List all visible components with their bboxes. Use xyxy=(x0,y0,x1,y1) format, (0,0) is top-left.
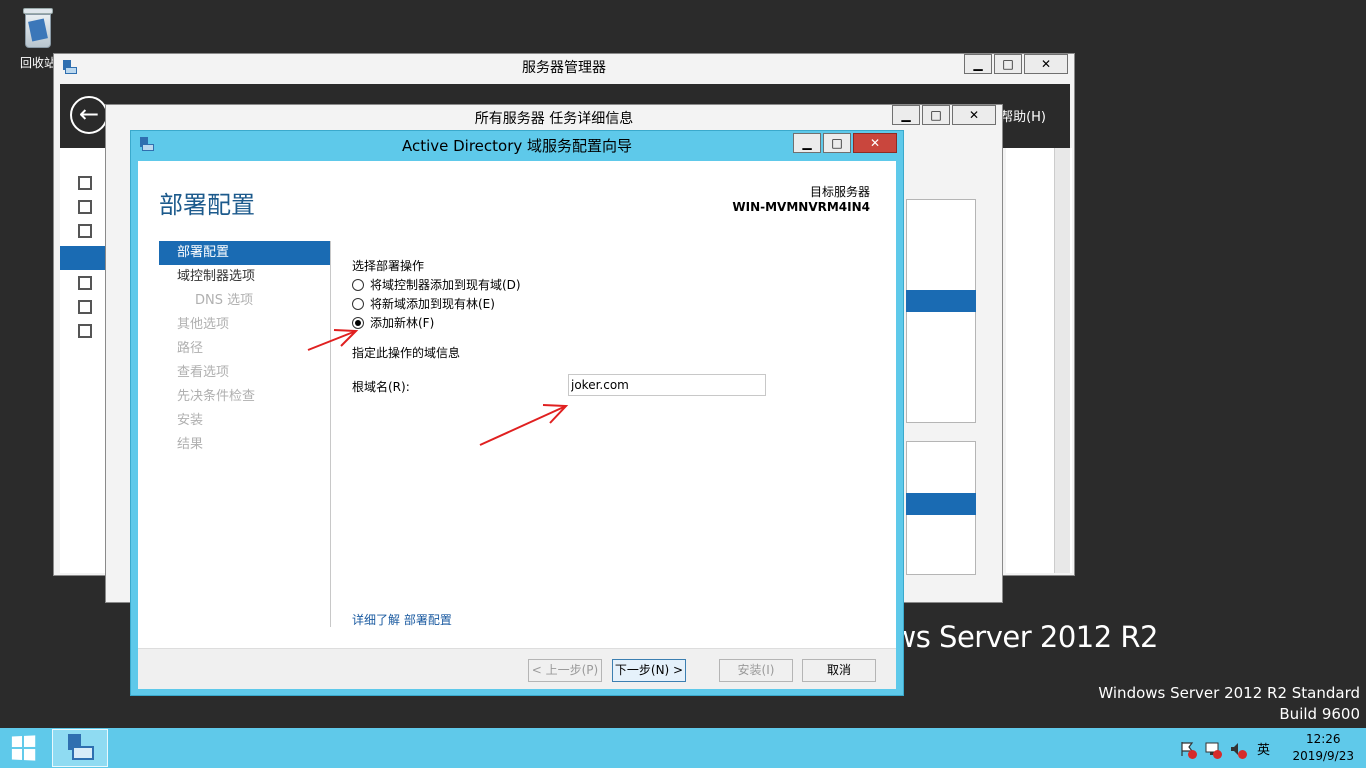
server-manager-title: 服务器管理器 xyxy=(522,60,606,76)
radio-add-dc[interactable] xyxy=(352,278,364,291)
dns-icon[interactable] xyxy=(78,300,92,314)
server-manager-app-icon xyxy=(62,60,78,76)
clock-date: 2019/9/23 xyxy=(1292,749,1354,763)
file-services-icon[interactable] xyxy=(78,324,92,338)
task-details-selected-row[interactable] xyxy=(906,290,976,312)
dashboard-icon[interactable] xyxy=(78,176,92,190)
edition-name: Windows Server 2012 R2 Standard xyxy=(1098,684,1360,702)
system-tray: 英 xyxy=(1170,739,1270,759)
root-domain-input[interactable] xyxy=(568,374,766,396)
start-button[interactable] xyxy=(0,728,46,768)
windows-logo-icon xyxy=(11,735,36,761)
recycle-bin-icon xyxy=(21,6,55,50)
next-button[interactable]: 下一步(N) > xyxy=(612,659,686,682)
maximize-button[interactable]: □ xyxy=(823,133,851,153)
wizard-body: 部署配置 目标服务器 WIN-MVMNVRM4IN4 部署配置 域控制器选项 D… xyxy=(138,161,896,648)
root-domain-label: 根域名(R): xyxy=(352,380,410,394)
action-center-icon[interactable] xyxy=(1179,741,1197,759)
target-server-info: 目标服务器 WIN-MVMNVRM4IN4 xyxy=(732,185,870,215)
taskbar: 英 12:26 2019/9/23 xyxy=(0,728,1366,768)
volume-icon[interactable] xyxy=(1229,741,1247,759)
steps-divider xyxy=(330,241,331,627)
help-menu[interactable]: 帮助(H) xyxy=(1000,106,1046,125)
wizard-title: Active Directory 域服务配置向导 xyxy=(401,137,633,155)
clock-time: 12:26 xyxy=(1305,732,1341,746)
back-arrow-icon[interactable]: ← xyxy=(70,96,108,134)
root-domain-row: 根域名(R): xyxy=(352,374,872,398)
target-server-name: WIN-MVMNVRM4IN4 xyxy=(732,200,870,214)
cancel-button[interactable]: 取消 xyxy=(802,659,876,682)
close-button[interactable]: ✕ xyxy=(1024,54,1068,74)
select-operation-heading: 选择部署操作 xyxy=(352,259,425,273)
wizard-app-icon xyxy=(139,137,155,153)
radio-add-forest[interactable] xyxy=(352,316,364,329)
step-other-options: 其他选项 xyxy=(177,317,230,332)
local-server-icon[interactable] xyxy=(78,200,92,214)
ime-indicator[interactable]: 英 xyxy=(1257,739,1270,758)
step-install: 安装 xyxy=(177,413,204,428)
taskbar-server-manager[interactable] xyxy=(52,729,108,767)
page-title: 部署配置 xyxy=(159,191,255,219)
server-manager-icon xyxy=(66,734,94,762)
close-button[interactable]: ✕ xyxy=(952,105,996,125)
option-label: 将域控制器添加到现有域(D) xyxy=(370,278,521,292)
wizard-footer: < 上一步(P) 下一步(N) > 安装(I) 取消 xyxy=(138,648,896,689)
minimize-button[interactable]: ▁ xyxy=(892,105,920,125)
wizard-titlebar[interactable]: Active Directory 域服务配置向导 ▁ □ ✕ xyxy=(131,131,903,161)
option-label: 将新域添加到现有林(E) xyxy=(370,297,495,311)
adds-config-wizard-window[interactable]: Active Directory 域服务配置向导 ▁ □ ✕ 部署配置 目标服务… xyxy=(130,130,904,696)
step-dc-options[interactable]: 域控制器选项 xyxy=(159,265,331,289)
radio-add-domain[interactable] xyxy=(352,297,364,310)
step-dns-options: DNS 选项 xyxy=(195,293,254,308)
prev-button[interactable]: < 上一步(P) xyxy=(528,659,602,682)
task-details-selected-row-2[interactable] xyxy=(906,493,976,515)
wizard-content: 选择部署操作 将域控制器添加到现有域(D) 将新域添加到现有林(E) 添加新林(… xyxy=(352,257,872,398)
target-server-label: 目标服务器 xyxy=(809,185,870,199)
step-review-options: 查看选项 xyxy=(177,365,230,380)
step-prereq-check: 先决条件检查 xyxy=(177,389,256,404)
maximize-button[interactable]: □ xyxy=(994,54,1022,74)
desktop-edition: Windows Server 2012 R2 Standard Build 96… xyxy=(1098,683,1360,725)
option-add-dc-existing-domain[interactable]: 将域控制器添加到现有域(D) xyxy=(352,275,872,294)
all-servers-icon[interactable] xyxy=(78,224,92,238)
iis-icon[interactable] xyxy=(78,276,92,290)
clock[interactable]: 12:26 2019/9/23 xyxy=(1292,731,1354,765)
minimize-button[interactable]: ▁ xyxy=(964,54,992,74)
step-paths: 路径 xyxy=(177,341,204,356)
server-manager-titlebar[interactable]: 服务器管理器 ▁ □ ✕ xyxy=(54,54,1074,82)
task-details-title: 所有服务器 任务详细信息 xyxy=(474,111,634,127)
install-button[interactable]: 安装(I) xyxy=(719,659,793,682)
domain-info-heading: 指定此操作的域信息 xyxy=(352,346,461,360)
option-add-domain-existing-forest[interactable]: 将新域添加到现有林(E) xyxy=(352,294,872,313)
option-add-new-forest[interactable]: 添加新林(F) xyxy=(352,313,872,332)
close-button[interactable]: ✕ xyxy=(853,133,897,153)
server-manager-scrollbar[interactable] xyxy=(1054,148,1070,573)
option-label: 添加新林(F) xyxy=(370,316,435,330)
step-deployment-config[interactable]: 部署配置 xyxy=(159,241,331,265)
step-results: 结果 xyxy=(177,437,204,452)
maximize-button[interactable]: □ xyxy=(922,105,950,125)
network-icon[interactable] xyxy=(1204,741,1222,759)
wizard-steps-nav: 部署配置 域控制器选项 DNS 选项 其他选项 路径 查看选项 先决条件检查 安… xyxy=(159,241,331,457)
learn-more-link[interactable]: 详细了解 部署配置 xyxy=(352,611,452,628)
edition-build: Build 9600 xyxy=(1279,705,1360,723)
task-details-titlebar[interactable]: 所有服务器 任务详细信息 ▁ □ ✕ xyxy=(106,105,1002,133)
minimize-button[interactable]: ▁ xyxy=(793,133,821,153)
